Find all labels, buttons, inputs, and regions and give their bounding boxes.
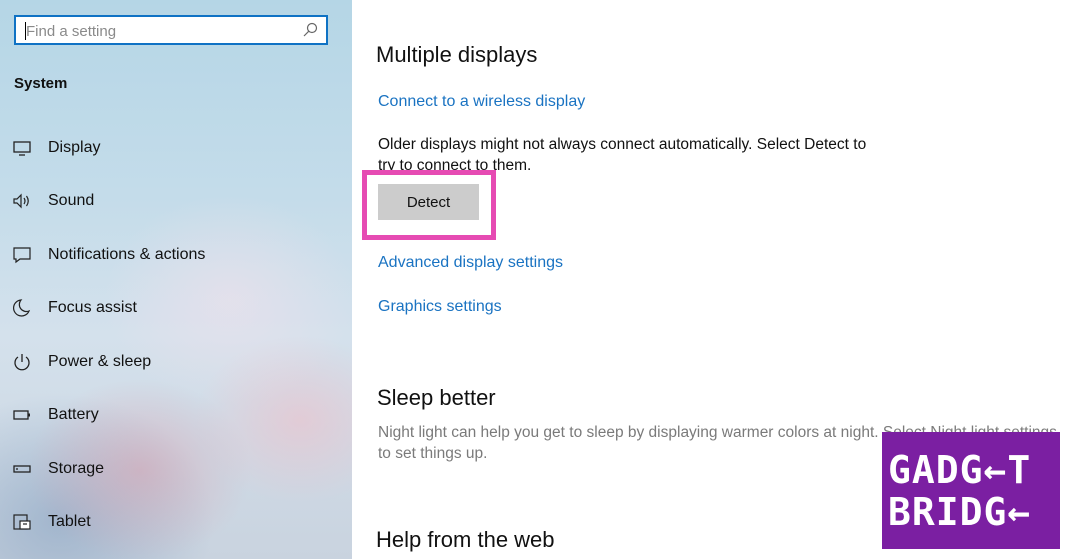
text-caret [25,22,26,40]
search-box[interactable] [14,15,328,45]
sidebar-item-notifications[interactable]: Notifications & actions [0,235,352,275]
wireless-display-link[interactable]: Connect to a wireless display [378,93,585,111]
logo-line-1: GADG←T [888,448,1032,492]
sidebar-item-label: Notifications & actions [48,246,206,263]
sidebar-item-label: Power & sleep [48,353,152,370]
sidebar-item-display[interactable]: Display [0,128,352,168]
search-input[interactable] [26,21,296,41]
logo-line-2: BRIDG← [888,490,1032,534]
notification-icon [13,247,31,264]
speaker-icon [13,193,29,209]
sidebar-item-label: Sound [48,192,95,209]
settings-sidebar: System Display Sound Notifications & act… [0,0,352,559]
section-heading-sleep-better: Sleep better [377,385,496,410]
battery-icon [13,410,30,420]
highlight-box [362,170,496,240]
sidebar-item-power-sleep[interactable]: Power & sleep [0,342,352,382]
monitor-icon [13,141,31,156]
section-heading-multiple-displays: Multiple displays [376,42,538,67]
storage-icon [13,465,31,473]
sidebar-item-label: Focus assist [48,299,137,316]
sidebar-title: System [14,75,68,92]
sidebar-item-focus-assist[interactable]: Focus assist [0,288,352,328]
sidebar-item-label: Storage [48,460,105,477]
sidebar-item-label: Tablet [48,513,91,530]
gadget-bridge-logo: GADG←T BRIDG← [882,432,1060,549]
section-heading-help: Help from the web [376,527,555,552]
advanced-display-settings-link[interactable]: Advanced display settings [378,254,563,272]
tablet-icon [13,514,31,530]
sidebar-item-sound[interactable]: Sound [0,181,352,221]
power-icon [14,354,30,371]
sidebar-item-storage[interactable]: Storage [0,449,352,489]
search-icon[interactable] [302,22,318,38]
sidebar-item-label: Display [48,139,101,156]
sidebar-item-battery[interactable]: Battery [0,395,352,435]
sidebar-item-label: Battery [48,406,99,423]
sidebar-item-tablet[interactable]: Tablet [0,502,352,542]
moon-icon [13,299,31,317]
graphics-settings-link[interactable]: Graphics settings [378,298,502,316]
